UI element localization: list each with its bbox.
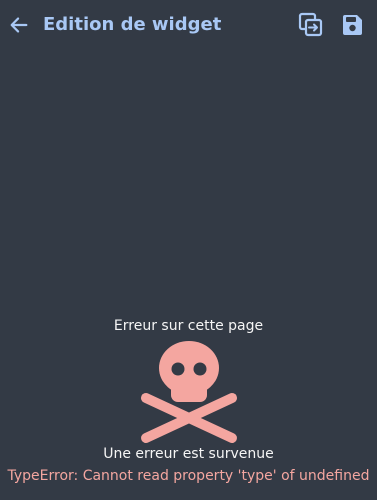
copy-button[interactable] [298,12,324,38]
error-heading: Erreur sur cette page [113,318,264,334]
skull-crossbones-icon [141,341,237,443]
app-bar: Edition de widget [0,0,377,54]
error-panel: Erreur sur cette page Une erreur est sur… [0,312,377,500]
arrow-left-icon [10,17,28,33]
floppy-disk-icon [343,15,362,35]
error-detail: TypeError: Cannot read property 'type' o… [7,468,370,484]
page-title: Edition de widget [43,14,222,35]
back-button[interactable] [6,12,32,38]
copy-icon [298,12,323,37]
error-message: Une erreur est survenue [103,446,274,462]
save-button[interactable] [339,12,365,38]
